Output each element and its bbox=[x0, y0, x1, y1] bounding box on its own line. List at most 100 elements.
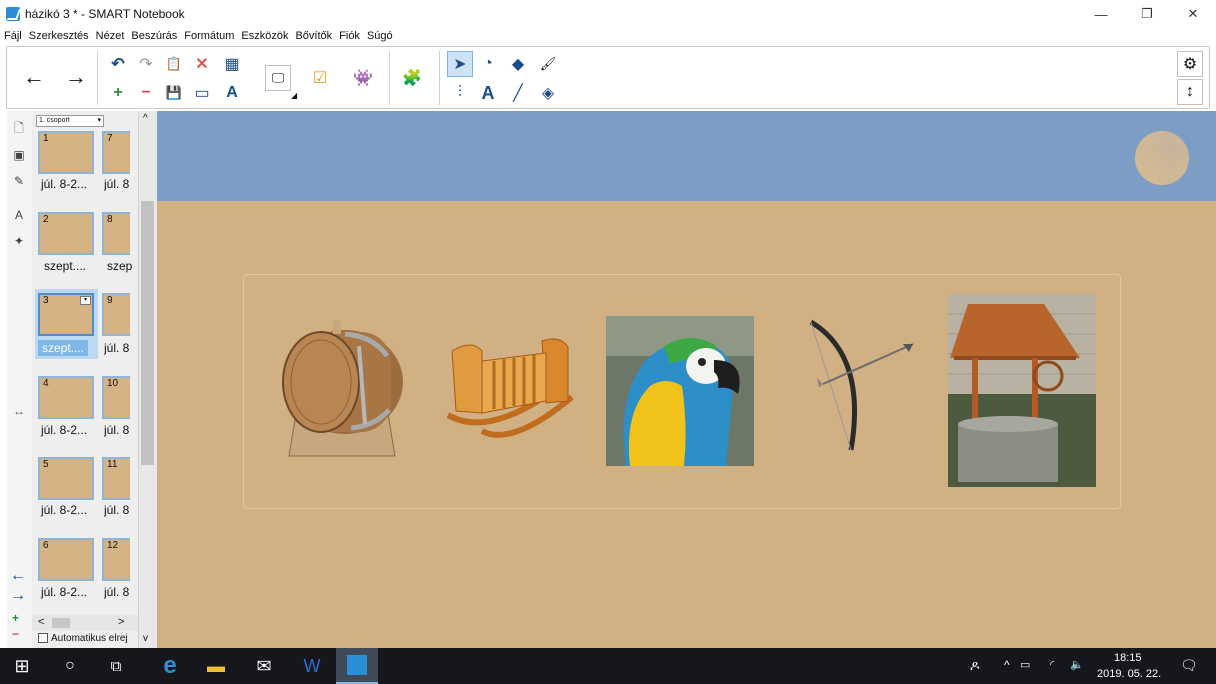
attachments-tab[interactable]: ✎ bbox=[9, 171, 29, 191]
network-icon[interactable]: ▭ bbox=[1020, 658, 1030, 671]
page-thumbnail-6[interactable]: 6 bbox=[38, 538, 94, 581]
screen-shade-button[interactable]: ▭ bbox=[189, 80, 215, 106]
page-thumbnail-9[interactable]: 9 bbox=[102, 293, 130, 336]
close-button[interactable]: ✕ bbox=[1170, 0, 1216, 28]
save-button[interactable]: 💾 bbox=[161, 80, 187, 106]
sidebar-next-page-button[interactable]: → bbox=[10, 587, 26, 605]
edge-browser-button[interactable]: e bbox=[150, 648, 190, 684]
cradle-image[interactable] bbox=[442, 331, 577, 446]
scroll-right-button[interactable]: > bbox=[118, 616, 124, 628]
fill-tool-button[interactable]: ◆ bbox=[505, 51, 531, 77]
parrot-image[interactable] bbox=[606, 316, 754, 466]
shapes-tool-button[interactable]: ◔ bbox=[475, 51, 501, 77]
page-number: 1 bbox=[43, 133, 49, 144]
measurement-tools-button[interactable]: ⫶ bbox=[447, 80, 473, 106]
menu-edit[interactable]: Szerkesztés bbox=[25, 30, 92, 42]
sidebar-add-page-button[interactable]: + bbox=[12, 611, 19, 625]
sidebar-resize-handle[interactable]: ↔ bbox=[13, 404, 25, 418]
previous-page-button[interactable]: ← bbox=[21, 64, 47, 90]
notebook-page-canvas[interactable] bbox=[157, 111, 1216, 648]
menu-insert[interactable]: Beszúrás bbox=[127, 30, 180, 42]
clock-date[interactable]: 2019. 05. 22. bbox=[1097, 668, 1161, 680]
menu-file[interactable]: Fájl bbox=[0, 30, 25, 42]
page-thumbnail-8[interactable]: 8 bbox=[102, 212, 130, 255]
search-button[interactable]: ○ bbox=[50, 648, 90, 684]
menu-help[interactable]: Súgó bbox=[363, 30, 396, 42]
page-menu-icon[interactable]: ▾ bbox=[80, 296, 91, 305]
mail-button[interactable]: ✉ bbox=[244, 648, 284, 684]
select-tool-button[interactable]: ➤ bbox=[447, 51, 473, 77]
properties-tab[interactable]: A bbox=[9, 205, 29, 225]
menu-account[interactable]: Fiók bbox=[335, 30, 363, 42]
clock-time[interactable]: 18:15 bbox=[1114, 652, 1142, 664]
sun-circle[interactable] bbox=[1135, 131, 1189, 185]
scroll-left-button[interactable]: < bbox=[38, 616, 44, 628]
undo-button[interactable]: ↶ bbox=[105, 51, 131, 77]
horizontal-scroll-thumb[interactable] bbox=[52, 618, 70, 628]
page-number: 11 bbox=[107, 459, 118, 470]
water-well-image[interactable] bbox=[948, 294, 1096, 487]
redo-button[interactable]: ↷ bbox=[133, 51, 159, 77]
task-view-button[interactable]: ⧉ bbox=[96, 648, 136, 684]
paperclip-icon: ✎ bbox=[13, 174, 25, 188]
response-button[interactable]: ☑ bbox=[307, 65, 333, 91]
display-button[interactable]: 🖵 bbox=[265, 65, 291, 91]
start-button[interactable]: ⊞ bbox=[2, 648, 42, 684]
page-sorter-tab[interactable]: 🗋 bbox=[9, 119, 29, 139]
scroll-up-button[interactable]: ^ bbox=[143, 113, 148, 124]
delete-button[interactable]: ✕ bbox=[189, 51, 215, 77]
text-tool-button[interactable]: A bbox=[475, 80, 501, 106]
handwriting-recognition-button[interactable]: A bbox=[219, 80, 245, 106]
barrel-image[interactable] bbox=[275, 316, 407, 466]
gallery-tab[interactable]: ▣ bbox=[9, 145, 29, 165]
menu-addons[interactable]: Bővítők bbox=[291, 30, 335, 42]
word-button[interactable]: W bbox=[292, 648, 332, 684]
lesson-activity-builder-button[interactable]: 👾 bbox=[350, 65, 376, 91]
notifications-icon[interactable]: 🗨 bbox=[1180, 657, 1198, 674]
table-button[interactable]: ▦ bbox=[219, 51, 245, 77]
minimize-button[interactable]: — bbox=[1078, 0, 1124, 28]
page-icon: 🗋 bbox=[14, 120, 24, 135]
page-thumbnail-12[interactable]: 12 bbox=[102, 538, 130, 581]
smart-notebook-taskbar-button[interactable] bbox=[336, 648, 378, 684]
people-icon[interactable]: ዶ bbox=[970, 658, 980, 674]
task-view-icon: ⧉ bbox=[110, 657, 122, 675]
vertical-scroll-thumb[interactable] bbox=[141, 201, 154, 465]
sidebar-previous-page-button[interactable]: ← bbox=[10, 567, 26, 585]
sidebar-delete-page-button[interactable]: − bbox=[12, 627, 19, 641]
page-thumbnail-2[interactable]: 2 bbox=[38, 212, 94, 255]
page-thumbnail-1[interactable]: 1 bbox=[38, 131, 94, 174]
addons-tab[interactable]: ✦ bbox=[9, 231, 29, 251]
page-thumbnail-10[interactable]: 10 bbox=[102, 376, 130, 419]
addons-button[interactable]: 🧩 bbox=[399, 65, 425, 91]
settings-button[interactable]: ⚙ bbox=[1177, 51, 1203, 77]
delete-page-button[interactable]: − bbox=[133, 80, 159, 106]
paste-button[interactable]: 📋 bbox=[161, 51, 187, 77]
horizontal-scrollbar[interactable]: < > bbox=[32, 615, 138, 631]
menu-format[interactable]: Formátum bbox=[180, 30, 237, 42]
page-thumbnail-5[interactable]: 5 bbox=[38, 457, 94, 500]
page-thumbnail-11[interactable]: 11 bbox=[102, 457, 130, 500]
wifi-icon[interactable]: ◜ bbox=[1050, 658, 1054, 671]
scroll-down-button[interactable]: v bbox=[143, 633, 148, 644]
page-label: júl. 8-2... bbox=[41, 585, 88, 599]
bow-and-arrow-image[interactable] bbox=[797, 316, 922, 456]
chevron-up-icon[interactable]: ^ bbox=[1004, 658, 1010, 672]
page-thumbnail-4[interactable]: 4 bbox=[38, 376, 94, 419]
auto-hide-checkbox[interactable] bbox=[38, 633, 48, 643]
auto-hide-label: Automatikus elrej bbox=[51, 633, 128, 644]
next-page-button[interactable]: → bbox=[63, 64, 89, 90]
eraser-tool-button[interactable]: ◈ bbox=[535, 80, 561, 106]
page-thumbnail-7[interactable]: 7 bbox=[102, 131, 130, 174]
group-select[interactable]: 1. csoport ▾ bbox=[36, 115, 104, 127]
volume-icon[interactable]: 🔈 bbox=[1070, 658, 1084, 671]
magic-pen-button[interactable]: 🖌 bbox=[535, 51, 561, 77]
line-tool-button[interactable]: ╱ bbox=[505, 80, 531, 106]
move-toolbar-button[interactable]: ↕ bbox=[1177, 79, 1203, 105]
page-thumbnail-3[interactable]: 3 ▾ bbox=[38, 293, 94, 336]
menu-tools[interactable]: Eszközök bbox=[237, 30, 291, 42]
add-page-button[interactable]: + bbox=[105, 80, 131, 106]
menu-view[interactable]: Nézet bbox=[92, 30, 128, 42]
file-explorer-button[interactable]: ▬ bbox=[196, 648, 236, 684]
restore-button[interactable]: ❐ bbox=[1124, 0, 1170, 28]
